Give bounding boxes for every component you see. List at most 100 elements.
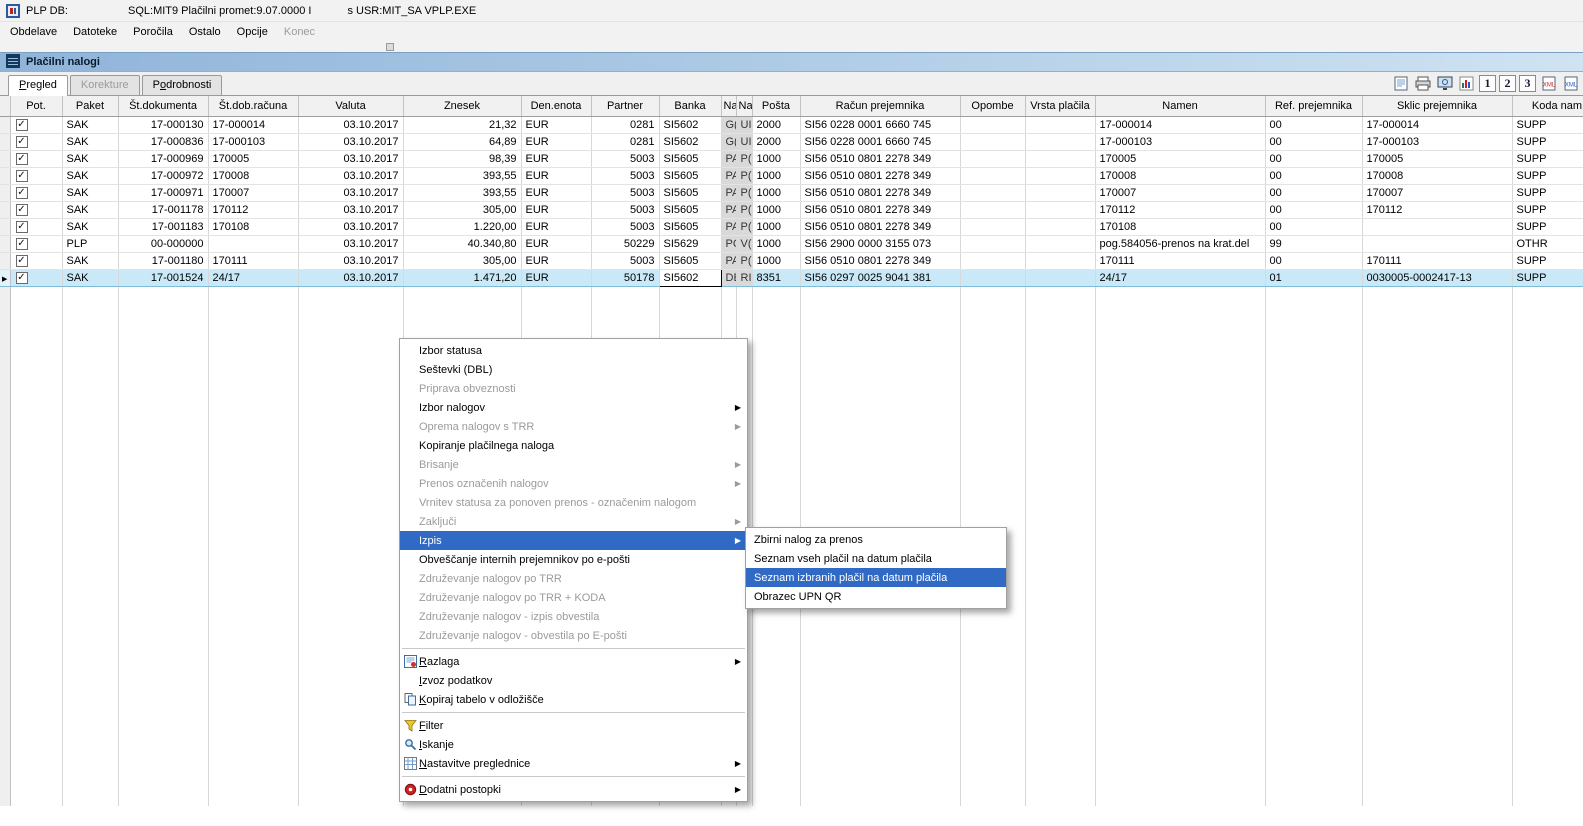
cell-koda_namena[interactable]: SUPP xyxy=(1512,116,1583,134)
cell-valuta[interactable]: 03.10.2017 xyxy=(298,133,404,151)
context-menu-item-prenos-oznacenih-nalogov[interactable]: Prenos označenih nalogov ▶ xyxy=(400,474,747,493)
cell-opombe[interactable] xyxy=(960,167,1026,185)
cell-st_dob_racuna[interactable]: 170008 xyxy=(208,167,299,185)
context-menu-item-izvoz-podatkov[interactable]: Izvoz podatkov xyxy=(400,671,747,690)
cell-ref_prejemnika[interactable]: 01 xyxy=(1265,268,1363,287)
cell-na2[interactable]: UI xyxy=(736,133,753,151)
cell-posta[interactable]: 1000 xyxy=(752,252,801,270)
column-header-racun_prejemnika[interactable]: Račun prejemnika xyxy=(800,96,961,117)
column-header-na1[interactable]: Na xyxy=(721,96,737,117)
cell-st_dokumenta[interactable]: 17-000971 xyxy=(118,184,209,202)
cell-st_dob_racuna[interactable]: 24/17 xyxy=(208,268,299,287)
cell-sklic_prejemnika[interactable]: 170112 xyxy=(1362,201,1513,219)
column-header-ref_prejemnika[interactable]: Ref. prejemnika xyxy=(1265,96,1363,117)
cell-racun_prejemnika[interactable]: SI56 0228 0001 6660 745 xyxy=(800,133,961,151)
cell-posta[interactable]: 1000 xyxy=(752,167,801,185)
context-menu-item-sestevki-dbl[interactable]: Seštevki (DBL) xyxy=(400,360,747,379)
cell-partner[interactable]: 5003 xyxy=(591,201,660,219)
cell-namen[interactable]: 170008 xyxy=(1095,167,1266,185)
cell-znesek[interactable]: 393,55 xyxy=(403,184,522,202)
cell-namen[interactable]: 170005 xyxy=(1095,150,1266,168)
cell-na2[interactable]: P( xyxy=(736,218,753,236)
row-checkbox[interactable]: ✓ xyxy=(15,153,28,165)
cell-paket[interactable]: SAK xyxy=(62,116,119,134)
cell-st_dob_racuna[interactable]: 170112 xyxy=(208,201,299,219)
column-header-posta[interactable]: Pošta xyxy=(752,96,801,117)
cell-na1[interactable]: PC xyxy=(721,235,737,253)
menubar-item-obdelave[interactable]: Obdelave xyxy=(2,24,65,40)
context-menu-item-vrnitev-statusa-za-ponoven-prenos-oznacenim-nalogom[interactable]: Vrnitev statusa za ponoven prenos - ozna… xyxy=(400,493,747,512)
view-2-button[interactable]: 2 xyxy=(1499,75,1516,92)
cell-st_dob_racuna[interactable]: 170111 xyxy=(208,252,299,270)
row-selector[interactable] xyxy=(0,252,11,270)
cell-koda_namena[interactable]: SUPP xyxy=(1512,218,1583,236)
cell-vrsta_placila[interactable] xyxy=(1025,167,1096,185)
cell-st_dokumenta[interactable]: 17-001180 xyxy=(118,252,209,270)
cell-namen[interactable]: 170108 xyxy=(1095,218,1266,236)
cell-banka[interactable]: SI5605 xyxy=(659,201,722,219)
column-header-vrsta_placila[interactable]: Vrsta plačila xyxy=(1025,96,1096,117)
row-selector[interactable] xyxy=(0,133,11,151)
cell-koda_namena[interactable]: SUPP xyxy=(1512,133,1583,151)
cell-sklic_prejemnika[interactable] xyxy=(1362,218,1513,236)
cell-paket[interactable]: SAK xyxy=(62,133,119,151)
cell-opombe[interactable] xyxy=(960,235,1026,253)
cell-vrsta_placila[interactable] xyxy=(1025,116,1096,134)
row-checkbox[interactable]: ✓ xyxy=(15,119,28,131)
column-header-st_dob_racuna[interactable]: Št.dob.računa xyxy=(208,96,299,117)
cell-sklic_prejemnika[interactable]: 0030005-0002417-13 xyxy=(1362,268,1513,287)
cell-posta[interactable]: 1000 xyxy=(752,218,801,236)
cell-pot[interactable]: ✓ xyxy=(10,133,63,151)
cell-valuta[interactable]: 03.10.2017 xyxy=(298,218,404,236)
row-checkbox[interactable]: ✓ xyxy=(15,221,28,233)
cell-na2[interactable]: V( xyxy=(736,235,753,253)
cell-paket[interactable]: SAK xyxy=(62,268,119,287)
cell-znesek[interactable]: 1.220,00 xyxy=(403,218,522,236)
cell-na2[interactable]: P( xyxy=(736,201,753,219)
row-selector[interactable] xyxy=(0,116,11,134)
tab-pregled[interactable]: Pregled xyxy=(8,75,68,96)
cell-den_enota[interactable]: EUR xyxy=(521,150,592,168)
column-header-znesek[interactable]: Znesek xyxy=(403,96,522,117)
cell-banka[interactable]: SI5605 xyxy=(659,167,722,185)
cell-racun_prejemnika[interactable]: SI56 0510 0801 2278 349 xyxy=(800,184,961,202)
submenu-item-obrazec-upn-qr[interactable]: Obrazec UPN QR xyxy=(746,587,1006,606)
cell-opombe[interactable] xyxy=(960,218,1026,236)
cell-na1[interactable]: PA xyxy=(721,218,737,236)
context-menu-item-nastavitve-preglednice[interactable]: Nastavitve preglednice ▶ xyxy=(400,754,747,773)
row-selector[interactable] xyxy=(0,184,11,202)
cell-posta[interactable]: 1000 xyxy=(752,184,801,202)
context-menu-item-kopiranje-placilnega-naloga[interactable]: Kopiranje plačilnega naloga xyxy=(400,436,747,455)
column-header-na2[interactable]: Na xyxy=(736,96,753,117)
cell-st_dokumenta[interactable]: 17-000836 xyxy=(118,133,209,151)
menubar-item-porocila[interactable]: Poročila xyxy=(125,24,181,40)
cell-vrsta_placila[interactable] xyxy=(1025,150,1096,168)
cell-den_enota[interactable]: EUR xyxy=(521,201,592,219)
cell-koda_namena[interactable]: SUPP xyxy=(1512,268,1583,287)
cell-valuta[interactable]: 03.10.2017 xyxy=(298,116,404,134)
cell-paket[interactable]: PLP xyxy=(62,235,119,253)
cell-na2[interactable]: UI xyxy=(736,116,753,134)
column-header-koda_namena[interactable]: Koda nam xyxy=(1512,96,1583,117)
cell-ref_prejemnika[interactable]: 00 xyxy=(1265,201,1363,219)
cell-ref_prejemnika[interactable]: 00 xyxy=(1265,150,1363,168)
cell-znesek[interactable]: 393,55 xyxy=(403,167,522,185)
menubar-item-ostalo[interactable]: Ostalo xyxy=(181,24,229,40)
cell-pot[interactable]: ✓ xyxy=(10,167,63,185)
cell-na2[interactable]: P( xyxy=(736,184,753,202)
row-selector[interactable] xyxy=(0,201,11,219)
cell-posta[interactable]: 2000 xyxy=(752,116,801,134)
cell-sklic_prejemnika[interactable]: 170008 xyxy=(1362,167,1513,185)
cell-racun_prejemnika[interactable]: SI56 0510 0801 2278 349 xyxy=(800,252,961,270)
cell-st_dokumenta[interactable]: 00-000000 xyxy=(118,235,209,253)
cell-st_dob_racuna[interactable]: 17-000014 xyxy=(208,116,299,134)
cell-na1[interactable]: PA xyxy=(721,201,737,219)
cell-koda_namena[interactable]: SUPP xyxy=(1512,201,1583,219)
cell-ref_prejemnika[interactable]: 00 xyxy=(1265,184,1363,202)
cell-racun_prejemnika[interactable]: SI56 0228 0001 6660 745 xyxy=(800,116,961,134)
cell-pot[interactable]: ✓ xyxy=(10,268,63,287)
cell-st_dokumenta[interactable]: 17-000969 xyxy=(118,150,209,168)
cell-den_enota[interactable]: EUR xyxy=(521,133,592,151)
cell-koda_namena[interactable]: OTHR xyxy=(1512,235,1583,253)
cell-vrsta_placila[interactable] xyxy=(1025,218,1096,236)
